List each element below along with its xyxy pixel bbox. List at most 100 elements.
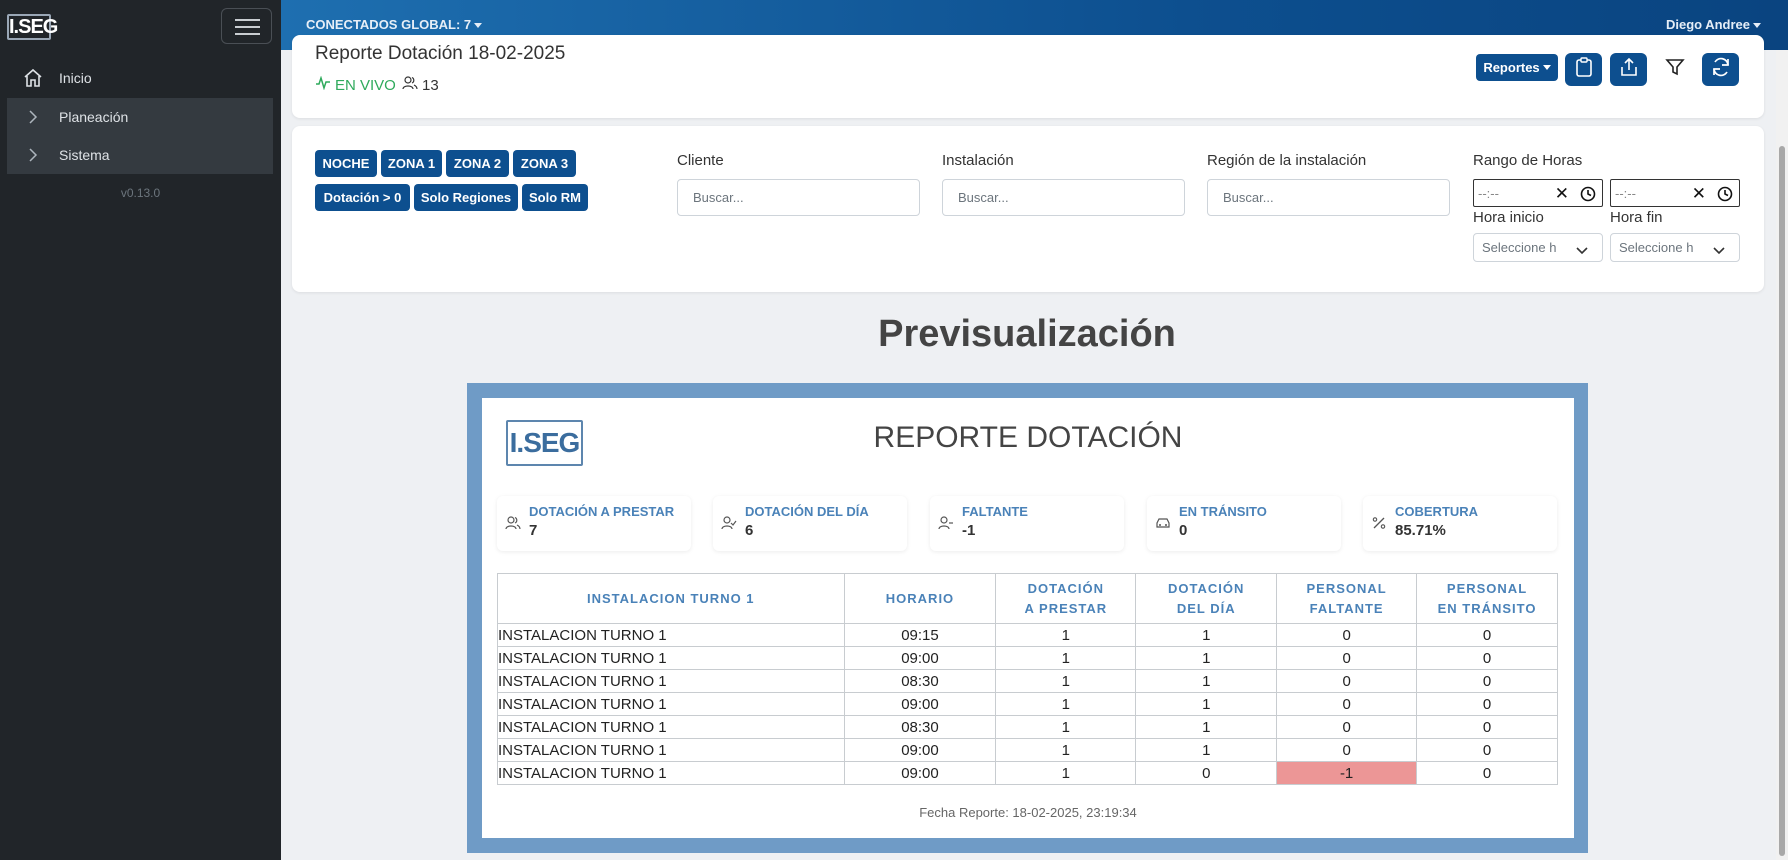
chip-zona-1[interactable]: ZONA 1	[381, 150, 442, 177]
table-row: INSTALACION TURNO 1 08:30 1 1 0 0	[497, 669, 1558, 693]
clock-icon[interactable]	[1717, 186, 1733, 205]
kpi-value: 7	[529, 522, 538, 539]
table-cell: 1	[995, 669, 1137, 693]
car-icon	[1155, 516, 1171, 535]
table-cell: 0	[1276, 646, 1418, 670]
cliente-search-input[interactable]: Buscar...	[677, 179, 920, 216]
user-menu-dropdown[interactable]: Diego Andree	[1666, 17, 1761, 32]
chevron-right-icon	[7, 110, 59, 124]
column-header: DOTACIÓN A PRESTAR	[995, 573, 1137, 624]
report-table: INSTALACION TURNO 1 HORARIO DOTACIÓN A PR…	[497, 573, 1558, 785]
filter-button[interactable]	[1656, 53, 1693, 86]
time-end-value: --:--	[1615, 185, 1636, 201]
hora-inicio-select[interactable]: Seleccione h	[1473, 233, 1603, 262]
table-cell: INSTALACION TURNO 1	[497, 692, 845, 716]
chip-solo-regiones[interactable]: Solo Regiones	[414, 184, 518, 211]
preview-title: Previsualización	[878, 313, 1176, 355]
clipboard-button[interactable]	[1565, 53, 1602, 86]
table-cell: 1	[995, 738, 1137, 762]
table-cell: 0	[1416, 715, 1558, 739]
table-cell: INSTALACION TURNO 1	[497, 715, 845, 739]
hora-fin-label: Hora fin	[1610, 209, 1663, 226]
menu-toggle-button[interactable]	[221, 8, 272, 44]
table-cell: 08:30	[843, 715, 997, 739]
table-cell: 0	[1276, 715, 1418, 739]
table-cell: 1	[1135, 669, 1278, 693]
column-header: PERSONAL FALTANTE	[1276, 573, 1418, 624]
header-line: EN TRÁNSITO	[1437, 600, 1537, 616]
user-check-icon	[721, 516, 737, 535]
reports-dropdown-button[interactable]: Reportes	[1476, 54, 1558, 81]
users-icon	[402, 76, 418, 94]
table-cell: 0	[1416, 738, 1558, 762]
connected-users-dropdown[interactable]: CONECTADOS GLOBAL: 7	[306, 17, 483, 32]
table-row: INSTALACION TURNO 1 08:30 1 1 0 0	[497, 715, 1558, 739]
table-cell: INSTALACION TURNO 1	[497, 761, 845, 785]
upload-icon	[1620, 57, 1638, 82]
user-name: Diego Andree	[1665, 17, 1750, 32]
table-cell: -1	[1276, 761, 1418, 785]
region-label: Región de la instalación	[1207, 152, 1367, 169]
live-status: EN VIVO	[315, 75, 396, 94]
user-minus-icon	[938, 516, 954, 535]
sidebar: I.SEG Inicio Planeación Sistema v0.13.0	[0, 0, 281, 860]
header-line: PERSONAL	[1306, 580, 1387, 596]
sidebar-item-inicio[interactable]: Inicio	[7, 59, 273, 97]
hora-fin-select[interactable]: Seleccione h	[1610, 233, 1740, 262]
page-scrollbar[interactable]	[1776, 50, 1788, 860]
table-cell: 0	[1276, 738, 1418, 762]
table-cell: INSTALACION TURNO 1	[497, 738, 845, 762]
header-line: PERSONAL	[1446, 580, 1528, 596]
column-header: DOTACIÓN DEL DÍA	[1135, 573, 1278, 624]
table-cell: 08:30	[843, 669, 997, 693]
kpi-en-transito: EN TRÁNSITO 0	[1147, 496, 1341, 551]
header-line: DOTACIÓN	[1168, 580, 1245, 596]
header-line: DOTACIÓN	[1027, 580, 1105, 596]
column-header: INSTALACION TURNO 1	[497, 573, 845, 624]
header-line: HORARIO	[885, 590, 955, 606]
table-cell: 1	[995, 761, 1137, 785]
chip-zona-3[interactable]: ZONA 3	[513, 150, 576, 177]
hora-fin-selected: Seleccione h	[1619, 240, 1694, 255]
table-cell: 1	[1135, 646, 1278, 670]
live-label: EN VIVO	[335, 76, 396, 94]
table-cell: 09:00	[843, 761, 997, 785]
table-cell: 09:15	[843, 623, 997, 647]
table-cell: 09:00	[843, 692, 997, 716]
table-cell: 0	[1276, 692, 1418, 716]
sidebar-item-planeacion[interactable]: Planeación	[7, 98, 273, 136]
kpi-value: 6	[745, 522, 754, 539]
table-cell: INSTALACION TURNO 1	[497, 646, 845, 670]
table-cell: 0	[1416, 761, 1558, 785]
chip-dotacion-mayor-cero[interactable]: Dotación > 0	[315, 184, 410, 211]
clear-icon[interactable]: ✕	[1555, 184, 1569, 204]
chip-zona-2[interactable]: ZONA 2	[446, 150, 509, 177]
table-cell: 1	[1135, 715, 1278, 739]
clear-icon[interactable]: ✕	[1692, 184, 1706, 204]
hora-inicio-label: Hora inicio	[1473, 209, 1544, 226]
refresh-button[interactable]	[1702, 53, 1739, 86]
header-line: INSTALACION TURNO 1	[587, 590, 755, 606]
table-row: INSTALACION TURNO 1 09:00 1 1 0 0	[497, 646, 1558, 670]
header-line: A PRESTAR	[1024, 600, 1108, 616]
clipboard-icon	[1575, 57, 1593, 82]
kpi-dotacion-dia: DOTACIÓN DEL DÍA 6	[713, 496, 907, 551]
time-end-input[interactable]: --:-- ✕	[1610, 179, 1740, 207]
table-cell: 0	[1276, 623, 1418, 647]
table-cell: 0	[1276, 669, 1418, 693]
clock-icon[interactable]	[1580, 186, 1596, 205]
table-header-row: INSTALACION TURNO 1 HORARIO DOTACIÓN A PR…	[497, 573, 1558, 624]
export-button[interactable]	[1610, 53, 1647, 86]
chip-noche[interactable]: NOCHE	[315, 150, 377, 177]
instalacion-search-input[interactable]: Buscar...	[942, 179, 1185, 216]
chip-solo-rm[interactable]: Solo RM	[522, 184, 588, 211]
region-search-input[interactable]: Buscar...	[1207, 179, 1450, 216]
app-logo[interactable]: I.SEG	[7, 14, 58, 40]
sidebar-item-label: Inicio	[59, 70, 92, 86]
sidebar-item-sistema[interactable]: Sistema	[7, 136, 273, 174]
time-start-input[interactable]: --:-- ✕	[1473, 179, 1603, 207]
chevron-down-icon	[1576, 243, 1588, 258]
kpi-value: 85.71%	[1395, 522, 1446, 539]
scrollbar-thumb[interactable]	[1779, 146, 1785, 856]
column-header: PERSONAL EN TRÁNSITO	[1416, 573, 1558, 624]
